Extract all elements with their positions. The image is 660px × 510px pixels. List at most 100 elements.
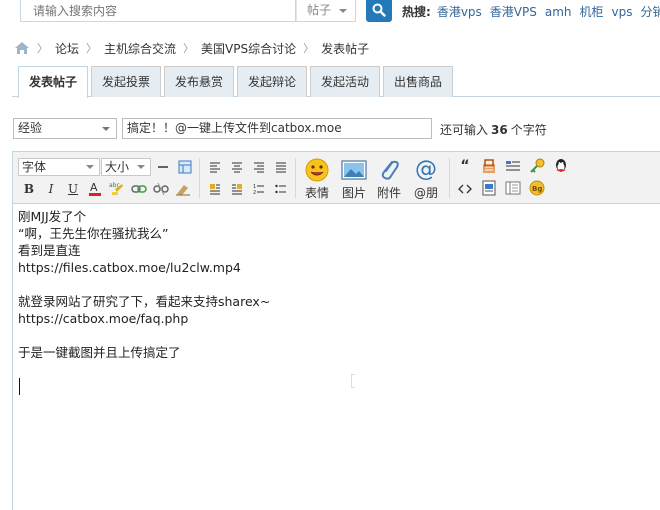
chevron-right-icon: 〉: [303, 42, 315, 55]
clear-format-icon[interactable]: [175, 181, 191, 197]
toolbar-divider: [295, 158, 296, 198]
editor: 字体 大小 B I U A abc 1 2 表情 图片 附件 @ @朋 “ Bg…: [12, 151, 660, 510]
font-size-label: 大小: [105, 160, 130, 174]
search-icon: [372, 3, 386, 17]
bold-icon[interactable]: B: [21, 181, 37, 197]
hot-search-link[interactable]: amh: [545, 5, 572, 19]
paperclip-icon: [376, 157, 402, 183]
float-left-icon[interactable]: [207, 181, 223, 197]
table-icon[interactable]: [177, 159, 193, 175]
toolbar-divider: [449, 158, 450, 198]
search-input[interactable]: [21, 0, 295, 21]
svg-text:Bg: Bg: [532, 185, 542, 193]
text-cursor: [19, 378, 20, 395]
ordered-list-icon[interactable]: 12: [251, 181, 267, 197]
breadcrumb: 〉 论坛 〉 主机综合交流 〉 美国VPS综合讨论 〉 发表帖子: [14, 39, 369, 57]
resize-marker: [351, 374, 355, 388]
content-line: [18, 327, 648, 344]
thread-type-value: 经验: [18, 121, 43, 135]
mention-button[interactable]: @ @朋: [410, 157, 442, 201]
thread-type-select[interactable]: 经验: [13, 118, 117, 139]
hot-search-link[interactable]: 香港VPS: [490, 5, 537, 19]
font-family-label: 字体: [22, 160, 47, 174]
breadcrumb-item[interactable]: 论坛: [55, 40, 79, 57]
align-justify-icon[interactable]: [273, 159, 289, 175]
remaining-prefix: 还可输入: [440, 123, 489, 137]
content-line: 看到是直连: [18, 243, 81, 258]
font-color-icon[interactable]: A: [87, 180, 103, 196]
chevron-right-icon: 〉: [86, 42, 98, 55]
tab-debate[interactable]: 发起辩论: [237, 66, 307, 97]
content-line: [18, 276, 648, 293]
attachment-label: 附件: [376, 186, 401, 200]
content-line: 刚MJJ发了个: [18, 209, 87, 224]
chevron-right-icon: 〉: [37, 42, 48, 55]
attachment-button[interactable]: 附件: [373, 157, 405, 201]
tab-reward[interactable]: 发布悬赏: [164, 66, 234, 97]
align-left-icon[interactable]: [207, 159, 223, 175]
horizontal-rule-icon[interactable]: [155, 159, 171, 175]
smiley-icon: [304, 157, 330, 183]
background-color-icon[interactable]: abc: [109, 180, 125, 196]
hot-search-link[interactable]: vps: [612, 5, 633, 19]
password-key-icon[interactable]: [529, 158, 545, 174]
editor-content[interactable]: 刚MJJ发了个 “啊，王先生你在骚扰我么” 看到是直连 https://file…: [18, 208, 648, 361]
unordered-list-icon[interactable]: [273, 181, 289, 197]
hot-search-label: 热搜:: [402, 5, 431, 19]
search-box: [20, 0, 296, 22]
hot-search-link[interactable]: 机柜: [580, 5, 604, 19]
content-line: 于是一键截图并且上传搞定了: [18, 345, 181, 360]
link-icon[interactable]: [131, 181, 147, 197]
font-size-select[interactable]: 大小: [101, 158, 151, 176]
flash-media-icon[interactable]: [481, 180, 497, 196]
editor-toolbar: 字体 大小 B I U A abc 1 2 表情 图片 附件 @ @朋 “ Bg: [13, 152, 660, 204]
hot-search-link[interactable]: 香港vps: [437, 5, 482, 19]
remaining-count: 36: [491, 123, 508, 137]
remaining-chars: 还可输入 36 个字符: [440, 121, 547, 138]
align-center-icon[interactable]: [229, 159, 245, 175]
tab-post[interactable]: 发表帖子: [18, 66, 88, 98]
image-button[interactable]: 图片: [338, 157, 370, 201]
tab-poll[interactable]: 发起投票: [91, 66, 161, 97]
hide-content-icon[interactable]: [481, 158, 497, 174]
code-icon[interactable]: [457, 181, 473, 197]
font-family-select[interactable]: 字体: [18, 158, 100, 176]
toolbar-divider: [199, 158, 200, 198]
search-type-select[interactable]: 帖子: [296, 0, 356, 22]
image-icon: [341, 157, 367, 183]
chevron-down-icon: [102, 127, 110, 131]
underline-icon[interactable]: U: [65, 181, 81, 197]
tab-trade[interactable]: 出售商品: [383, 66, 453, 97]
hot-search-link[interactable]: 分销: [641, 5, 660, 19]
breadcrumb-item[interactable]: 美国VPS综合讨论: [201, 40, 296, 57]
align-right-icon[interactable]: [251, 159, 267, 175]
content-line: 就登录网站了研究了下，看起来支持sharex~: [18, 294, 271, 309]
quote-icon[interactable]: “: [457, 158, 473, 174]
search-type-label: 帖子: [307, 3, 332, 17]
tab-activity[interactable]: 发起活动: [310, 66, 380, 97]
svg-text:2: 2: [253, 190, 256, 195]
page-icon[interactable]: [505, 180, 521, 196]
at-sign-icon: @: [415, 157, 437, 182]
subject-input[interactable]: 搞定！！@一键上传文件到catbox.moe: [122, 118, 432, 139]
background-music-icon[interactable]: Bg: [529, 180, 545, 196]
search-button[interactable]: [366, 0, 392, 22]
qq-icon[interactable]: [553, 158, 569, 174]
top-search-bar: 帖子 热搜: 香港vps 香港VPS amh 机柜 vps 分销: [0, 0, 660, 24]
mention-label: @朋: [413, 186, 438, 200]
emoji-button[interactable]: 表情: [301, 157, 333, 201]
free-content-icon[interactable]: [505, 158, 521, 174]
chevron-right-icon: 〉: [183, 42, 195, 55]
home-icon[interactable]: [14, 41, 30, 55]
chevron-down-icon: [86, 165, 94, 169]
unlink-icon[interactable]: [153, 181, 169, 197]
chevron-down-icon: [137, 165, 145, 169]
hot-search: 热搜: 香港vps 香港VPS amh 机柜 vps 分销: [402, 3, 660, 20]
emoji-label: 表情: [304, 186, 329, 200]
breadcrumb-item[interactable]: 主机综合交流: [104, 40, 176, 57]
content-line: “啊，王先生你在骚扰我么”: [18, 226, 169, 241]
float-right-icon[interactable]: [229, 181, 245, 197]
breadcrumb-current: 发表帖子: [321, 41, 370, 56]
italic-icon[interactable]: I: [43, 181, 59, 197]
svg-text:A: A: [90, 181, 98, 194]
